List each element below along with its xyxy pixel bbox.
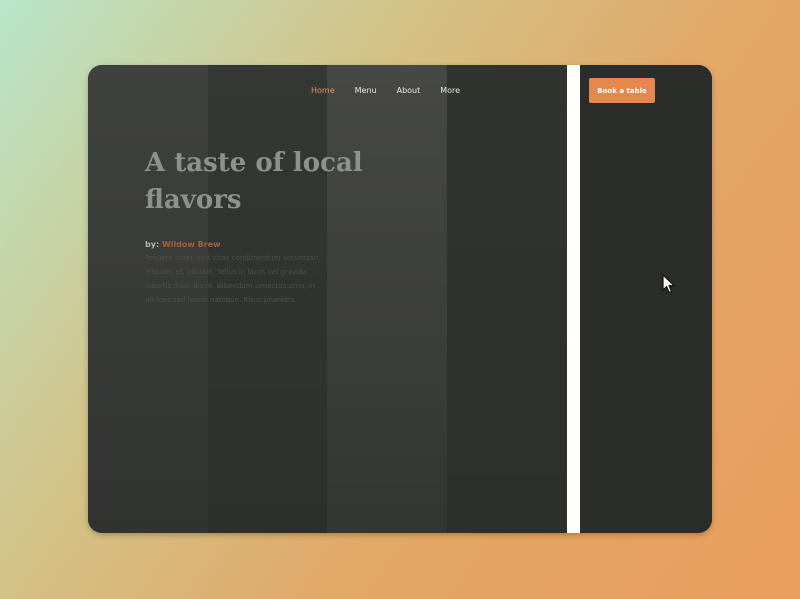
app-window: Home Menu About More A taste of local fl… — [88, 65, 712, 533]
hero-column-3 — [327, 65, 447, 533]
hero-panel: Home Menu About More A taste of local fl… — [88, 65, 567, 533]
byline-prefix: by: — [145, 240, 160, 249]
main-nav: Home Menu About More — [311, 86, 480, 96]
nav-item-menu[interactable]: Menu — [355, 86, 377, 96]
hero-body-text: Posuere amet, sed vitae condimentum accu… — [145, 254, 319, 304]
author-link[interactable]: Wildow Brew — [162, 240, 221, 249]
mouse-pointer-icon — [662, 274, 675, 294]
nav-item-home[interactable]: Home — [311, 86, 335, 96]
panel-divider[interactable] — [567, 65, 580, 533]
side-panel — [580, 65, 712, 533]
byline: by: Wildow Brew — [145, 240, 221, 249]
nav-item-more[interactable]: More — [440, 86, 460, 96]
nav-item-about[interactable]: About — [397, 86, 421, 96]
hero-column-4 — [447, 65, 567, 533]
book-table-button[interactable]: Book a table — [589, 78, 655, 103]
hero-title: A taste of local flavors — [145, 148, 363, 215]
